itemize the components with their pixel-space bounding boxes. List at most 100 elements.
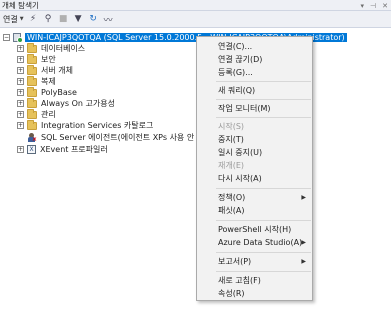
menu-item-label: 정책(O) xyxy=(218,193,246,202)
connect-label: 연결 xyxy=(3,14,18,24)
activity-monitor-icon[interactable]: 〰 xyxy=(102,13,115,26)
menu-item-restart[interactable]: 다시 시작(A) xyxy=(198,172,312,185)
connect-dropdown-button[interactable]: 연결 ▼ xyxy=(3,14,24,25)
tree-node-polybase[interactable]: + PolyBase xyxy=(17,86,77,98)
panel-titlebar: 개체 탐색기 ▾ ⊣ ✕ xyxy=(0,0,391,11)
tree-node-label: 서버 개체 xyxy=(41,66,73,75)
panel-window-buttons: ▾ ⊣ ✕ xyxy=(361,0,389,11)
menu-item-policies[interactable]: 정책(O) ▶ xyxy=(198,191,312,204)
menu-item-resume: 재개(E) xyxy=(198,159,312,172)
menu-item-disconnect[interactable]: 연결 끊기(D) xyxy=(198,53,312,66)
panel-title: 개체 탐색기 xyxy=(2,0,39,10)
stop-icon[interactable]: ■ xyxy=(57,13,70,26)
expand-icon[interactable]: + xyxy=(17,45,24,52)
menu-item-azure-data-studio[interactable]: Azure Data Studio(A) ▶ xyxy=(198,236,312,249)
tree-node-always-on[interactable]: + Always On 고가용성 xyxy=(17,97,115,109)
server-context-menu: 연결(C)... 연결 끊기(D) 등록(G)... 새 쿼리(Q) 작업 모니… xyxy=(196,36,313,301)
menu-item-label: Azure Data Studio(A) xyxy=(218,238,303,247)
tree-node-label: PolyBase xyxy=(41,88,77,97)
expand-icon[interactable]: + xyxy=(17,89,24,96)
tree-node-integration-services[interactable]: + Integration Services 카탈로그 xyxy=(17,119,154,131)
menu-separator xyxy=(216,117,311,118)
menu-separator xyxy=(216,99,311,100)
expand-icon[interactable]: + xyxy=(17,100,24,107)
expand-icon[interactable]: + xyxy=(17,78,24,85)
submenu-arrow-icon: ▶ xyxy=(301,194,306,201)
menu-separator xyxy=(216,220,311,221)
filter-icon[interactable]: ▼ xyxy=(72,13,85,26)
menu-item-label: 재개(E) xyxy=(218,161,245,170)
tree-node-databases[interactable]: + 데이터베이스 xyxy=(17,42,86,54)
menu-item-label: 시작(S) xyxy=(218,122,245,131)
menu-item-label: 새 쿼리(Q) xyxy=(218,86,256,95)
menu-item-label: 연결 끊기(D) xyxy=(218,55,263,64)
chevron-down-icon: ▼ xyxy=(19,16,24,22)
menu-item-label: 새로 고침(F) xyxy=(218,276,261,285)
connect-icon[interactable]: ⚡ xyxy=(27,13,40,26)
folder-icon xyxy=(27,53,37,64)
pin-icon[interactable]: ⊣ xyxy=(370,2,376,10)
menu-item-register[interactable]: 등록(G)... xyxy=(198,66,312,79)
collapse-icon[interactable]: − xyxy=(3,34,10,41)
tree-node-label: 관리 xyxy=(41,110,56,119)
folder-icon xyxy=(27,75,37,86)
tree-node-label: Integration Services 카탈로그 xyxy=(41,121,154,130)
menu-item-label: 작업 모니터(M) xyxy=(218,104,271,113)
menu-item-label: 속성(R) xyxy=(218,289,245,298)
menu-separator xyxy=(216,81,311,82)
menu-item-start: 시작(S) xyxy=(198,120,312,133)
menu-item-label: 보고서(P) xyxy=(218,257,252,266)
menu-item-reports[interactable]: 보고서(P) ▶ xyxy=(198,255,312,268)
menu-separator xyxy=(216,252,311,253)
tree-node-label: 데이터베이스 xyxy=(41,44,86,53)
menu-item-facets[interactable]: 패싯(A) xyxy=(198,204,312,217)
menu-item-refresh[interactable]: 새로 고침(F) xyxy=(198,274,312,287)
menu-separator xyxy=(216,188,311,189)
xevent-profiler-icon: X xyxy=(27,145,36,154)
tree-node-label: SQL Server 에이전트(에이전트 XPs 사용 안 함) xyxy=(41,133,208,142)
close-icon[interactable]: ✕ xyxy=(382,2,388,10)
menu-item-stop[interactable]: 중지(T) xyxy=(198,133,312,146)
folder-icon xyxy=(27,108,37,119)
folder-icon xyxy=(27,119,37,130)
disconnect-icon[interactable]: ⚲ xyxy=(42,13,55,26)
tree-node-security[interactable]: + 보안 xyxy=(17,53,56,65)
menu-item-label: 중지(T) xyxy=(218,135,244,144)
expand-icon[interactable]: + xyxy=(17,56,24,63)
tree-node-label: 보안 xyxy=(41,55,56,64)
menu-separator xyxy=(216,271,311,272)
folder-icon xyxy=(27,97,37,108)
dropdown-icon[interactable]: ▾ xyxy=(361,2,365,10)
menu-item-label: 패싯(A) xyxy=(218,206,245,215)
expand-icon[interactable]: + xyxy=(17,111,24,118)
agent-disabled-icon: × xyxy=(27,133,37,143)
menu-item-new-query[interactable]: 새 쿼리(Q) xyxy=(198,84,312,97)
folder-icon xyxy=(27,86,37,97)
tree-node-label: 복제 xyxy=(41,77,56,86)
tree-node-xevent[interactable]: + X XEvent 프로파일러 xyxy=(17,144,108,155)
tree-node-label: XEvent 프로파일러 xyxy=(40,145,108,154)
object-explorer-toolbar: 연결 ▼ ⚡ ⚲ ■ ▼ ↻ 〰 xyxy=(0,11,391,28)
tree-node-server-objects[interactable]: + 서버 개체 xyxy=(17,64,73,76)
folder-icon xyxy=(27,64,37,75)
menu-item-start-powershell[interactable]: PowerShell 시작(H) xyxy=(198,223,312,236)
expand-icon[interactable]: + xyxy=(17,122,24,129)
submenu-arrow-icon: ▶ xyxy=(301,239,306,246)
server-icon xyxy=(13,33,23,43)
tree-node-management[interactable]: + 관리 xyxy=(17,108,56,120)
folder-icon xyxy=(27,42,37,53)
menu-item-pause[interactable]: 일시 중지(U) xyxy=(198,146,312,159)
menu-item-label: 다시 시작(A) xyxy=(218,174,262,183)
refresh-icon[interactable]: ↻ xyxy=(87,13,100,26)
tree-node-label: Always On 고가용성 xyxy=(41,99,115,108)
menu-item-properties[interactable]: 속성(R) xyxy=(198,287,312,300)
menu-item-label: 등록(G)... xyxy=(218,68,253,77)
tree-node-replication[interactable]: + 복제 xyxy=(17,75,56,87)
menu-item-label: 일시 중지(U) xyxy=(218,148,263,157)
menu-item-connect[interactable]: 연결(C)... xyxy=(198,40,312,53)
menu-item-activity-monitor[interactable]: 작업 모니터(M) xyxy=(198,102,312,115)
tree-node-sql-agent[interactable]: × SQL Server 에이전트(에이전트 XPs 사용 안 함) xyxy=(27,132,207,143)
expand-icon[interactable]: + xyxy=(17,67,24,74)
expand-icon[interactable]: + xyxy=(17,146,24,153)
menu-item-label: PowerShell 시작(H) xyxy=(218,225,292,234)
